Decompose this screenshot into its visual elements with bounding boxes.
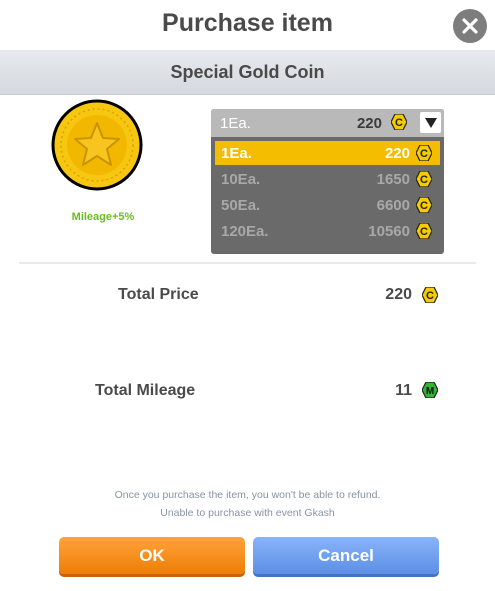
cash-coin-icon: C [391,114,407,130]
ok-button[interactable]: OK [59,537,245,574]
cash-coin-icon: C [416,171,432,187]
dialog-header: Purchase item [0,0,495,50]
cash-coin-icon: C [416,197,432,213]
close-button[interactable] [453,9,487,43]
selected-price: 220 [356,115,382,132]
close-icon [462,18,478,34]
cash-coin-icon: C [416,145,432,161]
svg-text:C: C [420,148,428,160]
option-price: 6600 [376,197,410,214]
dropdown-option[interactable]: 1Ea. 220 C [215,141,440,165]
option-price: 10560 [368,223,410,240]
dropdown-option[interactable]: 10Ea. 1650 C [215,167,440,191]
quantity-dropdown[interactable]: 1Ea. 220 C 1Ea. 220 C 10Ea. 1650 C 50Ea.… [211,109,444,254]
refund-notice: Once you purchase the item, you won't be… [114,489,381,501]
option-price: 1650 [376,171,410,188]
cash-coin-icon: C [422,287,438,303]
total-mileage-value: 11 [395,382,412,399]
item-name: Special Gold Coin [170,62,325,82]
svg-text:C: C [420,226,428,238]
svg-text:C: C [426,290,434,302]
dropdown-option[interactable]: 120Ea. 10560 C [215,219,440,243]
option-price: 220 [384,145,410,162]
svg-text:C: C [420,174,428,186]
dropdown-option[interactable]: 50Ea. 6600 C [215,193,440,217]
total-mileage-label: Total Mileage [95,382,196,399]
option-quantity: 120Ea. [221,223,269,240]
gkash-notice: Unable to purchase with event Gkash [160,507,335,519]
dropdown-selected[interactable]: 1Ea. 220 C [211,109,444,137]
mileage-bonus-text: Mileage+5% [71,211,135,223]
svg-text:C: C [420,200,428,212]
dropdown-toggle[interactable] [420,112,441,133]
selected-quantity: 1Ea. [220,115,251,132]
total-price-label: Total Price [118,286,199,303]
total-price-value: 220 [385,286,412,303]
option-quantity: 50Ea. [221,197,261,214]
item-banner: Special Gold Coin [0,50,495,95]
cash-coin-icon: C [416,223,432,239]
cancel-button[interactable]: Cancel [253,537,439,574]
mileage-icon: M [422,382,438,398]
caret-down-icon [424,117,437,128]
option-quantity: 1Ea. [221,145,252,162]
dialog-title: Purchase item [162,9,333,37]
gold-coin-image [51,99,143,191]
svg-text:C: C [395,117,403,129]
svg-text:M: M [426,386,434,397]
option-quantity: 10Ea. [221,171,261,188]
section-divider [19,262,476,264]
